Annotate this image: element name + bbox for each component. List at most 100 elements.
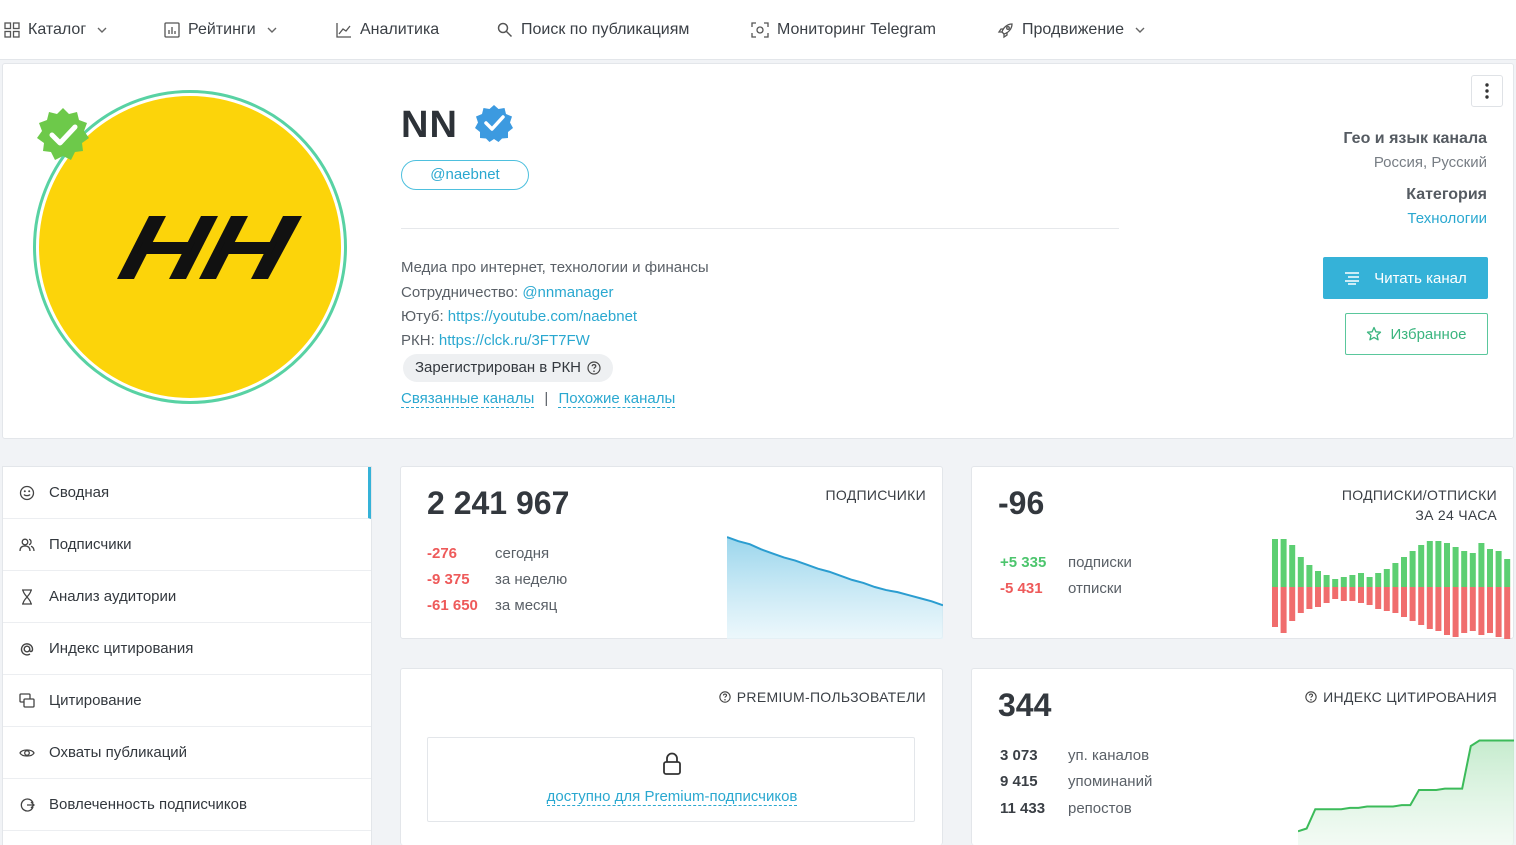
premium-header: PREMIUM-ПОЛЬЗОВАТЕЛИ xyxy=(719,689,926,705)
nav-analytics[interactable]: Аналитика xyxy=(336,19,439,41)
nav-catalog-label: Каталог xyxy=(28,21,87,38)
subscribe-bar xyxy=(1452,547,1459,587)
channel-title: NN xyxy=(401,104,458,146)
citation-total: 344 xyxy=(998,687,1052,723)
unsubscribe-bar xyxy=(1461,587,1468,633)
subscribers-label: ПОДПИСЧИКИ xyxy=(825,487,926,503)
stat-value: -276 xyxy=(427,545,458,562)
related-channels-link[interactable]: Связанные каналы xyxy=(401,390,535,408)
subscribe-bar xyxy=(1340,577,1347,587)
unsubscribe-bar xyxy=(1306,587,1313,609)
unsubscribe-bar xyxy=(1349,587,1356,601)
subscribe-bar xyxy=(1272,539,1278,587)
subscribe-bar xyxy=(1280,539,1287,587)
nav-search-posts-label: Поиск по публикациям xyxy=(521,21,690,38)
subscribe-bar xyxy=(1418,545,1425,587)
chart-box-icon xyxy=(164,22,180,38)
read-channel-button[interactable]: Читать канал xyxy=(1323,257,1488,299)
subscribers-area-chart xyxy=(727,536,943,639)
subscribe-bar xyxy=(1504,559,1511,587)
youtube-line: Ютуб: https://youtube.com/naebnet xyxy=(401,308,637,325)
unsubscribe-bar xyxy=(1340,587,1347,601)
sidebar-item-summary[interactable]: Сводная xyxy=(3,467,371,519)
at-icon xyxy=(20,642,34,656)
daily-changes-card: -96 ПОДПИСКИ/ОТПИСКИ ЗА 24 ЧАСА +5 335 по… xyxy=(971,466,1514,639)
nav-ratings[interactable]: Рейтинги xyxy=(164,19,278,41)
stat-text: за месяц xyxy=(495,597,558,614)
subscribe-bar xyxy=(1478,543,1485,587)
stat-row: 9 415 упоминаний xyxy=(1000,773,1152,790)
favorite-button[interactable]: Избранное xyxy=(1345,313,1488,355)
stat-row: -9 375 за неделю xyxy=(427,571,567,588)
geo-heading: Гео и язык канала xyxy=(1343,130,1487,147)
stat-row: -276 сегодня xyxy=(427,545,549,562)
sidebar-item-label: Индекс цитирования xyxy=(49,640,194,657)
sidebar: Сводная Подписчики Анализ аудитории Инде… xyxy=(2,466,372,845)
help-icon xyxy=(1305,691,1317,703)
rkn-link[interactable]: https://clck.ru/3FT7FW xyxy=(439,332,590,349)
subscribe-bar xyxy=(1409,551,1416,587)
sidebar-item-citation-index[interactable]: Индекс цитирования xyxy=(3,623,371,675)
related-links: Связанные каналы | Похожие каналы xyxy=(401,390,676,408)
citation-line-chart xyxy=(1298,739,1514,845)
unsubscribe-bar xyxy=(1487,587,1493,633)
youtube-link[interactable]: https://youtube.com/naebnet xyxy=(448,308,637,325)
sidebar-item-reach[interactable]: Охваты публикаций xyxy=(3,727,371,779)
nav-search-posts[interactable]: Поиск по публикациям xyxy=(497,19,689,41)
links-separator: | xyxy=(544,390,549,407)
unsubscribe-bar xyxy=(1452,587,1459,637)
geo-value: Россия, Русский xyxy=(1373,154,1487,171)
unsubscribe-bar xyxy=(1469,587,1476,631)
rkn-badge[interactable]: Зарегистрирован в РКН xyxy=(403,354,614,382)
daily-bar-chart xyxy=(1272,539,1511,639)
channel-handle[interactable]: @naebnet xyxy=(401,160,529,190)
subscribe-bar xyxy=(1315,571,1321,587)
nav-monitoring[interactable]: Мониторинг Telegram xyxy=(751,19,936,41)
coop-link[interactable]: @nnmanager xyxy=(522,284,613,301)
sidebar-item-audience[interactable]: Анализ аудитории xyxy=(3,571,371,623)
nav-catalog[interactable]: Каталог xyxy=(4,19,108,41)
channel-card: NN @naebnet Медиа про интернет, технолог… xyxy=(2,63,1514,439)
stat-value: 11 433 xyxy=(1000,800,1046,817)
more-menu-button[interactable] xyxy=(1471,75,1503,107)
subscribe-bar xyxy=(1366,577,1373,587)
search-icon xyxy=(497,22,513,38)
unsubscribe-bar xyxy=(1272,587,1278,627)
subscribe-bar xyxy=(1375,573,1382,587)
lock-icon xyxy=(663,752,681,775)
scan-icon xyxy=(751,22,769,38)
stat-text: упоминаний xyxy=(1068,773,1153,790)
read-channel-label: Читать канал xyxy=(1374,269,1467,287)
unsubscribe-bar xyxy=(1297,587,1304,613)
unsubscribe-bar xyxy=(1366,587,1373,605)
premium-link[interactable]: доступно для Premium-подписчиков xyxy=(546,788,798,806)
channel-description: Медиа про интернет, технологии и финансы xyxy=(401,259,709,276)
similar-channels-link[interactable]: Похожие каналы xyxy=(558,390,676,408)
daily-label-line2: ЗА 24 ЧАСА xyxy=(1415,507,1497,523)
nav-ratings-label: Рейтинги xyxy=(188,21,256,38)
sidebar-item-label: Анализ аудитории xyxy=(49,588,177,605)
sidebar-item-subscribers[interactable]: Подписчики xyxy=(3,519,371,571)
stat-row: 3 073 уп. каналов xyxy=(1000,747,1149,764)
nav-analytics-label: Аналитика xyxy=(360,21,440,38)
category-value[interactable]: Технологии xyxy=(1407,210,1487,227)
citation-header: ИНДЕКС ЦИТИРОВАНИЯ xyxy=(1305,689,1497,705)
top-navigation: Каталог Рейтинги Аналитика Поиск по публ… xyxy=(0,0,1516,60)
stat-row: 11 433 репостов xyxy=(1000,800,1132,817)
divider xyxy=(401,228,1119,229)
line-chart-icon xyxy=(336,23,351,38)
daily-total: -96 xyxy=(998,485,1045,521)
eye-icon xyxy=(19,748,35,757)
nav-promotion[interactable]: Продвижение xyxy=(997,19,1146,41)
users-icon xyxy=(19,538,35,551)
sidebar-item-engagement[interactable]: Вовлеченность подписчиков xyxy=(3,779,371,831)
sidebar-item-label: Цитирование xyxy=(49,692,142,709)
subscribe-bar xyxy=(1383,569,1390,587)
sidebar-item-citations[interactable]: Цитирование xyxy=(3,675,371,727)
subscribe-bar xyxy=(1289,545,1296,587)
sidebar-item-label: Подписчики xyxy=(49,536,132,553)
sidebar-item-label: Сводная xyxy=(49,484,110,501)
unsubscribe-bar xyxy=(1392,587,1399,613)
subscribe-bar xyxy=(1306,565,1313,587)
unsubscribe-bar xyxy=(1418,587,1425,625)
